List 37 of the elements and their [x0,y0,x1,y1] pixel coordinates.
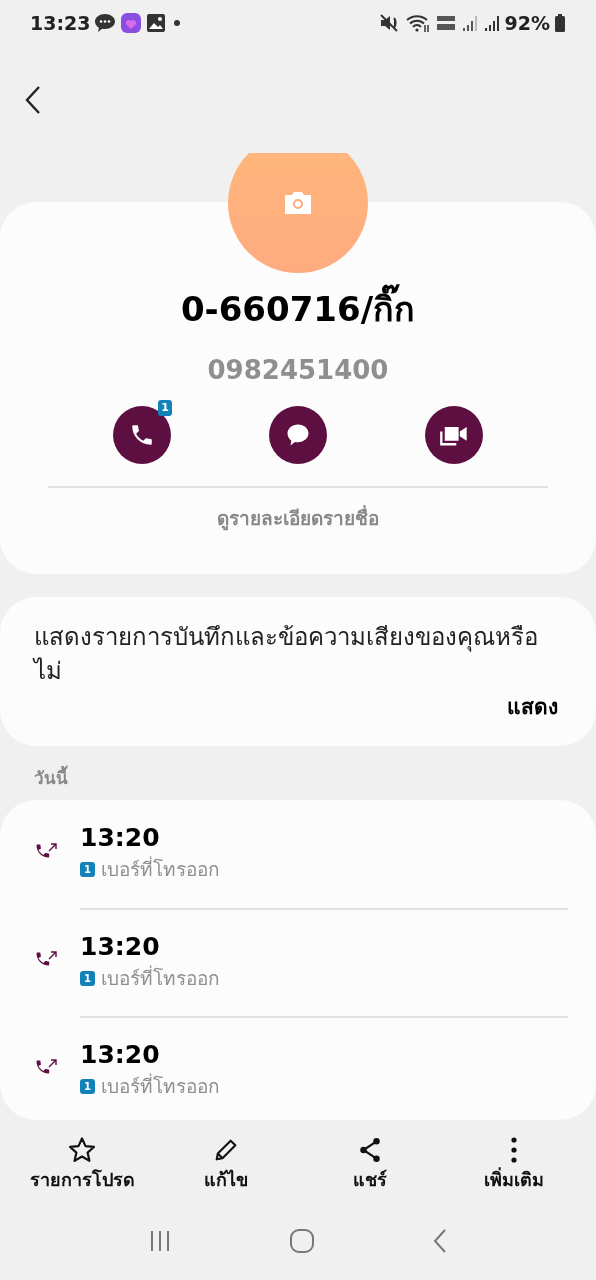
status-time: 13:23 [30,10,91,36]
call-type: เบอร์ที่โทรออก [100,964,220,991]
sim-badge: 1 [80,970,95,986]
home-icon[interactable] [289,1227,315,1254]
chat-icon [94,13,117,33]
show-button[interactable]: แสดง [507,692,558,724]
signal-icon [460,13,479,33]
battery-percent: 92% [504,10,550,36]
call-time: 13:20 [80,1040,161,1068]
back-icon[interactable] [24,84,42,115]
prompt-text: แสดงรายการบันทึกและข้อความเสียงของคุณหรือไม่ [34,622,539,687]
contact-name: 0-660716/กิ๊ก [0,284,596,335]
camera-icon [282,190,314,216]
app-icon [120,12,143,34]
video-call-button[interactable] [425,406,483,464]
more-icon [510,1135,518,1164]
sim-badge: 1 [80,861,95,877]
phone-number: 0982451400 [206,354,390,387]
call-time: 13:20 [80,823,161,851]
message-button[interactable] [269,406,327,464]
share-button[interactable]: แชร์ [305,1135,435,1206]
section-label: วันนี้ [0,746,596,800]
edit-button[interactable]: แก้ไข [161,1135,291,1206]
favorites-button[interactable]: รายการโปรด [17,1135,147,1206]
star-icon [67,1135,97,1164]
signal-icon [482,13,501,33]
wifi-icon [404,13,431,33]
sim-badge: 1 [158,400,172,416]
image-icon [146,13,167,33]
call-time: 13:20 [80,932,161,960]
call-type: เบอร์ที่โทรออก [100,1072,220,1099]
call-type: เบอร์ที่โทรออก [100,855,220,882]
more-button[interactable]: เพิ่มเติม [449,1135,579,1206]
battery-icon [554,13,566,33]
sim-badge: 1 [80,1078,95,1094]
share-icon [357,1135,383,1164]
phone-icon [129,422,155,448]
